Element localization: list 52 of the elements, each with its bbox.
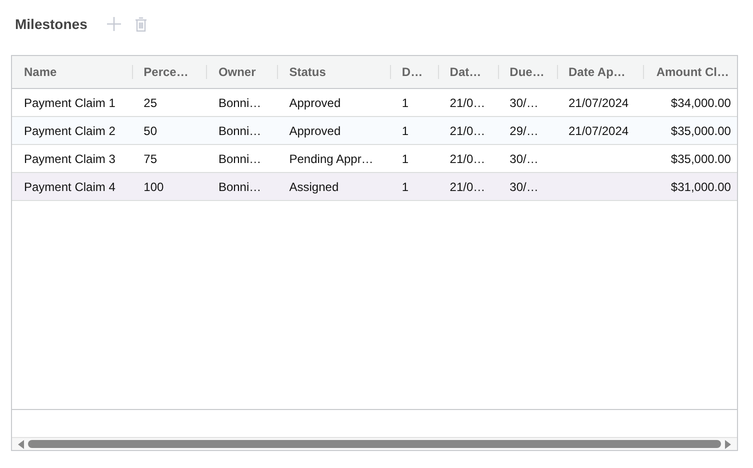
table-cell: 25 bbox=[144, 96, 157, 110]
table-cell: 21/0… bbox=[450, 124, 486, 138]
column-header[interactable]: Due… bbox=[498, 56, 557, 88]
table-cell: Bonni… bbox=[218, 96, 262, 110]
column-header[interactable]: Dat… bbox=[438, 56, 498, 88]
table-cell: 30/… bbox=[510, 180, 538, 194]
add-icon[interactable] bbox=[107, 17, 122, 31]
table-cell: $31,000.00 bbox=[670, 180, 731, 194]
scrollbar-thumb[interactable] bbox=[28, 440, 721, 448]
table-cell: Bonni… bbox=[218, 152, 262, 166]
table-cell: 1 bbox=[402, 124, 409, 138]
table-cell: Approved bbox=[289, 124, 341, 138]
table-cell: 21/0… bbox=[450, 152, 486, 166]
table-cell: 75 bbox=[144, 152, 157, 166]
table-cell: Payment Claim 2 bbox=[24, 124, 116, 138]
table-cell: 21/0… bbox=[450, 96, 486, 110]
panel-title: Milestones bbox=[15, 16, 88, 32]
table-cell: 29/… bbox=[510, 124, 538, 138]
table-cell: 1 bbox=[402, 180, 409, 194]
table-cell: 21/07/2024 bbox=[568, 96, 629, 110]
table-row[interactable]: Payment Claim 2 50 Bonni… Approved 1 21/0… 29/… 21/07/2024 $35,000.00 bbox=[12, 117, 737, 145]
table-cell: $34,000.00 bbox=[670, 96, 731, 110]
table-cell: 30/… bbox=[510, 152, 538, 166]
column-header[interactable]: Date Ap… bbox=[556, 56, 644, 88]
table-cell: $35,000.00 bbox=[670, 152, 731, 166]
column-header[interactable]: Perce… bbox=[132, 56, 206, 88]
column-header[interactable]: D… bbox=[390, 56, 438, 88]
table-cell: Pending Appr… bbox=[289, 152, 374, 166]
table-cell: Approved bbox=[289, 96, 341, 110]
table-cell: Payment Claim 4 bbox=[24, 180, 116, 194]
table-cell: Assigned bbox=[289, 180, 339, 194]
column-header[interactable]: Amount Cl… bbox=[643, 56, 737, 88]
scroll-left-icon[interactable] bbox=[18, 440, 24, 448]
table-cell: $35,000.00 bbox=[670, 124, 731, 138]
table-cell: 1 bbox=[402, 152, 409, 166]
table-cell: 1 bbox=[402, 96, 409, 110]
delete-icon[interactable] bbox=[135, 16, 148, 32]
table-cell: Payment Claim 3 bbox=[24, 152, 116, 166]
table-row[interactable]: Payment Claim 4 100 Bonni… Assigned 1 21/0… 30/… $31,000.00 bbox=[12, 173, 737, 201]
table-cell: Bonni… bbox=[218, 124, 262, 138]
table-cell: 100 bbox=[144, 180, 164, 194]
column-header[interactable]: Status bbox=[277, 56, 390, 88]
column-header[interactable]: Owner bbox=[206, 56, 278, 88]
table-cell: 21/07/2024 bbox=[568, 124, 629, 138]
scroll-right-icon[interactable] bbox=[725, 440, 731, 448]
table-cell: Bonni… bbox=[218, 180, 262, 194]
table-cell: Payment Claim 1 bbox=[24, 96, 116, 110]
table-cell: 50 bbox=[144, 124, 157, 138]
horizontal-scrollbar[interactable] bbox=[12, 437, 737, 450]
table-cell: 21/0… bbox=[450, 180, 486, 194]
column-header[interactable]: Name bbox=[12, 56, 132, 88]
table-cell: 30/… bbox=[510, 96, 538, 110]
